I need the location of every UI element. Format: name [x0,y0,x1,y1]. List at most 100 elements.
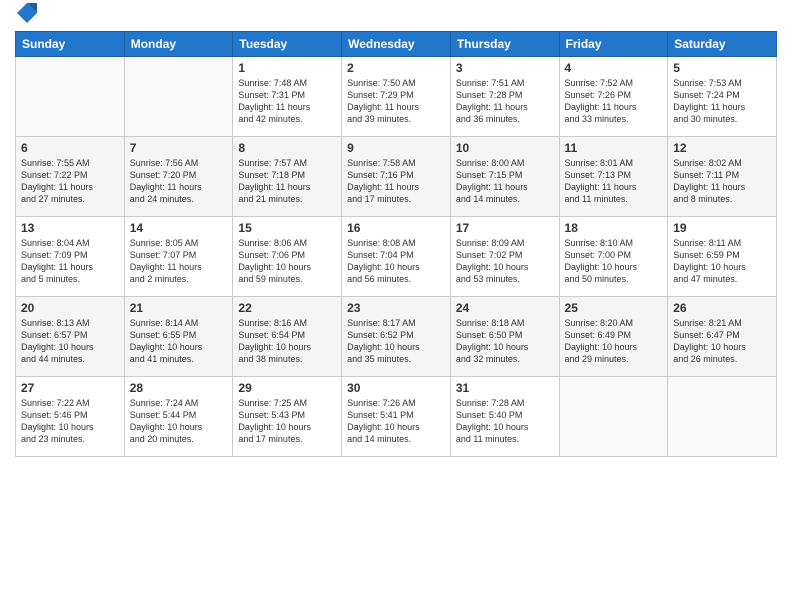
day-number: 17 [456,221,554,235]
cell-content: Sunrise: 8:16 AM Sunset: 6:54 PM Dayligh… [238,317,336,366]
calendar-table: SundayMondayTuesdayWednesdayThursdayFrid… [15,31,777,457]
day-number: 29 [238,381,336,395]
logo [15,15,37,23]
calendar-cell: 27Sunrise: 7:22 AM Sunset: 5:46 PM Dayli… [16,377,125,457]
col-header-friday: Friday [559,32,668,57]
col-header-saturday: Saturday [668,32,777,57]
cell-content: Sunrise: 8:18 AM Sunset: 6:50 PM Dayligh… [456,317,554,366]
cell-content: Sunrise: 8:02 AM Sunset: 7:11 PM Dayligh… [673,157,771,206]
calendar-cell: 5 Sunrise: 7:53 AM Sunset: 7:24 PM Daylig… [668,57,777,137]
cell-content: Sunrise: 8:21 AM Sunset: 6:47 PM Dayligh… [673,317,771,366]
calendar-cell: 20 Sunrise: 8:13 AM Sunset: 6:57 PM Dayli… [16,297,125,377]
day-number: 15 [238,221,336,235]
calendar-cell: 18 Sunrise: 8:10 AM Sunset: 7:00 PM Dayli… [559,217,668,297]
day-number: 1 [238,61,336,75]
calendar-cell: 15 Sunrise: 8:06 AM Sunset: 7:06 PM Dayli… [233,217,342,297]
calendar-cell: 9 Sunrise: 7:58 AM Sunset: 7:16 PM Daylig… [342,137,451,217]
calendar-cell: 2Sunrise: 7:50 AM Sunset: 7:29 PM Daylig… [342,57,451,137]
cell-content: Sunrise: 7:51 AM Sunset: 7:28 PM Dayligh… [456,77,554,126]
calendar-cell: 6 Sunrise: 7:55 AM Sunset: 7:22 PM Daylig… [16,137,125,217]
calendar-cell: 28Sunrise: 7:24 AM Sunset: 5:44 PM Dayli… [124,377,233,457]
cell-content: Sunrise: 7:57 AM Sunset: 7:18 PM Dayligh… [238,157,336,206]
col-header-monday: Monday [124,32,233,57]
cell-content: Sunrise: 7:58 AM Sunset: 7:16 PM Dayligh… [347,157,445,206]
day-number: 12 [673,141,771,155]
cell-content: Sunrise: 8:11 AM Sunset: 6:59 PM Dayligh… [673,237,771,286]
calendar-cell: 16 Sunrise: 8:08 AM Sunset: 7:04 PM Dayli… [342,217,451,297]
cell-content: Sunrise: 8:17 AM Sunset: 6:52 PM Dayligh… [347,317,445,366]
day-number: 4 [565,61,663,75]
calendar-cell: 22 Sunrise: 8:16 AM Sunset: 6:54 PM Dayli… [233,297,342,377]
day-number: 7 [130,141,228,155]
calendar-cell: 26 Sunrise: 8:21 AM Sunset: 6:47 PM Dayli… [668,297,777,377]
cell-content: Sunrise: 8:13 AM Sunset: 6:57 PM Dayligh… [21,317,119,366]
day-number: 25 [565,301,663,315]
cell-content: Sunrise: 7:26 AM Sunset: 5:41 PM Dayligh… [347,397,445,446]
header-row: SundayMondayTuesdayWednesdayThursdayFrid… [16,32,777,57]
col-header-tuesday: Tuesday [233,32,342,57]
cell-content: Sunrise: 7:56 AM Sunset: 7:20 PM Dayligh… [130,157,228,206]
calendar-cell: 19 Sunrise: 8:11 AM Sunset: 6:59 PM Dayli… [668,217,777,297]
day-number: 14 [130,221,228,235]
day-number: 22 [238,301,336,315]
day-number: 8 [238,141,336,155]
calendar-cell: 30 Sunrise: 7:26 AM Sunset: 5:41 PM Dayli… [342,377,451,457]
calendar-cell: 21Sunrise: 8:14 AM Sunset: 6:55 PM Dayli… [124,297,233,377]
cell-content: Sunrise: 8:10 AM Sunset: 7:00 PM Dayligh… [565,237,663,286]
day-number: 11 [565,141,663,155]
calendar-row-2: 13 Sunrise: 8:04 AM Sunset: 7:09 PM Dayli… [16,217,777,297]
calendar-cell [16,57,125,137]
day-number: 20 [21,301,119,315]
calendar-cell: 13 Sunrise: 8:04 AM Sunset: 7:09 PM Dayli… [16,217,125,297]
day-number: 30 [347,381,445,395]
cell-content: Sunrise: 8:20 AM Sunset: 6:49 PM Dayligh… [565,317,663,366]
cell-content: Sunrise: 8:01 AM Sunset: 7:13 PM Dayligh… [565,157,663,206]
day-number: 2 [347,61,445,75]
day-number: 9 [347,141,445,155]
calendar-cell: 25 Sunrise: 8:20 AM Sunset: 6:49 PM Dayli… [559,297,668,377]
cell-content: Sunrise: 7:55 AM Sunset: 7:22 PM Dayligh… [21,157,119,206]
header [15,10,777,23]
day-number: 18 [565,221,663,235]
day-number: 13 [21,221,119,235]
day-number: 19 [673,221,771,235]
cell-content: Sunrise: 8:06 AM Sunset: 7:06 PM Dayligh… [238,237,336,286]
day-number: 21 [130,301,228,315]
calendar-cell: 4 Sunrise: 7:52 AM Sunset: 7:26 PM Daylig… [559,57,668,137]
day-number: 10 [456,141,554,155]
calendar-cell: 3Sunrise: 7:51 AM Sunset: 7:28 PM Daylig… [450,57,559,137]
calendar-cell: 31Sunrise: 7:28 AM Sunset: 5:40 PM Dayli… [450,377,559,457]
cell-content: Sunrise: 8:05 AM Sunset: 7:07 PM Dayligh… [130,237,228,286]
cell-content: Sunrise: 7:53 AM Sunset: 7:24 PM Dayligh… [673,77,771,126]
calendar-page: SundayMondayTuesdayWednesdayThursdayFrid… [0,0,792,612]
calendar-cell: 11 Sunrise: 8:01 AM Sunset: 7:13 PM Dayli… [559,137,668,217]
day-number: 26 [673,301,771,315]
cell-content: Sunrise: 8:04 AM Sunset: 7:09 PM Dayligh… [21,237,119,286]
col-header-sunday: Sunday [16,32,125,57]
day-number: 27 [21,381,119,395]
day-number: 6 [21,141,119,155]
calendar-cell: 14 Sunrise: 8:05 AM Sunset: 7:07 PM Dayli… [124,217,233,297]
calendar-cell [124,57,233,137]
day-number: 16 [347,221,445,235]
calendar-cell [559,377,668,457]
calendar-cell: 8 Sunrise: 7:57 AM Sunset: 7:18 PM Daylig… [233,137,342,217]
calendar-row-4: 27Sunrise: 7:22 AM Sunset: 5:46 PM Dayli… [16,377,777,457]
day-number: 5 [673,61,771,75]
calendar-cell: 7 Sunrise: 7:56 AM Sunset: 7:20 PM Daylig… [124,137,233,217]
cell-content: Sunrise: 8:00 AM Sunset: 7:15 PM Dayligh… [456,157,554,206]
cell-content: Sunrise: 7:28 AM Sunset: 5:40 PM Dayligh… [456,397,554,446]
cell-content: Sunrise: 7:48 AM Sunset: 7:31 PM Dayligh… [238,77,336,126]
calendar-row-0: 1 Sunrise: 7:48 AM Sunset: 7:31 PM Daylig… [16,57,777,137]
col-header-thursday: Thursday [450,32,559,57]
cell-content: Sunrise: 8:08 AM Sunset: 7:04 PM Dayligh… [347,237,445,286]
calendar-cell: 17Sunrise: 8:09 AM Sunset: 7:02 PM Dayli… [450,217,559,297]
cell-content: Sunrise: 7:25 AM Sunset: 5:43 PM Dayligh… [238,397,336,446]
cell-content: Sunrise: 7:52 AM Sunset: 7:26 PM Dayligh… [565,77,663,126]
calendar-row-3: 20 Sunrise: 8:13 AM Sunset: 6:57 PM Dayli… [16,297,777,377]
col-header-wednesday: Wednesday [342,32,451,57]
calendar-cell: 29 Sunrise: 7:25 AM Sunset: 5:43 PM Dayli… [233,377,342,457]
calendar-row-1: 6 Sunrise: 7:55 AM Sunset: 7:22 PM Daylig… [16,137,777,217]
cell-content: Sunrise: 7:24 AM Sunset: 5:44 PM Dayligh… [130,397,228,446]
logo-icon [17,3,37,23]
